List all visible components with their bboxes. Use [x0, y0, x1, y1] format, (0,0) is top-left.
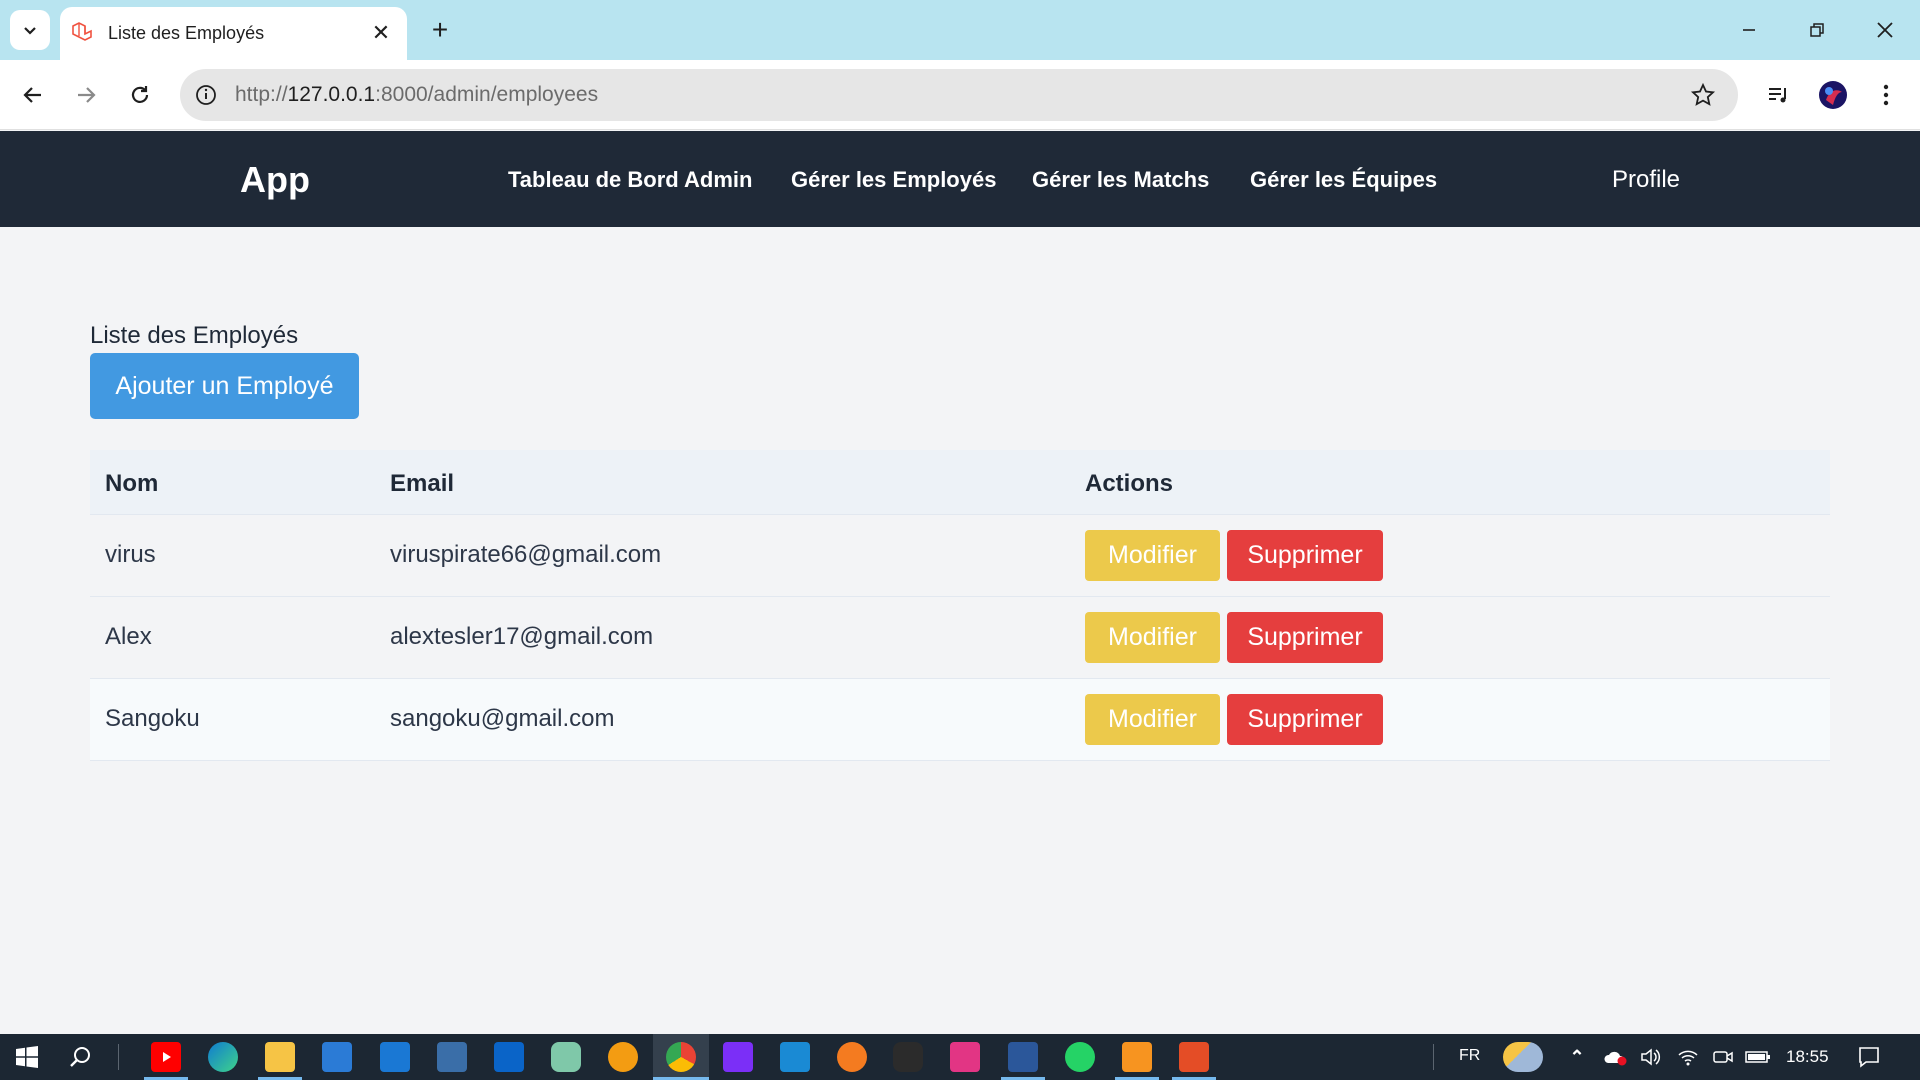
tab-search-button[interactable] [10, 10, 50, 50]
restore-button[interactable] [1800, 14, 1834, 46]
ubuntu-icon[interactable] [837, 1042, 867, 1072]
arrow-right-icon [78, 87, 96, 103]
pen-app-icon[interactable] [437, 1042, 467, 1072]
word-icon[interactable] [1008, 1042, 1038, 1072]
employee-name: virus [105, 541, 156, 568]
reload-button[interactable] [120, 75, 160, 115]
nav-link-matches[interactable]: Gérer les Matchs [1032, 167, 1209, 193]
page-title: Liste des Employés [90, 322, 299, 349]
minimize-button[interactable] [1732, 14, 1766, 46]
edit-button[interactable]: Modifier [1085, 694, 1220, 745]
avatar [1819, 81, 1847, 109]
back-button[interactable] [13, 75, 53, 115]
onedrive-icon[interactable] [1600, 1042, 1630, 1072]
windows-icon [16, 1046, 38, 1068]
whatsapp-icon[interactable] [1065, 1042, 1095, 1072]
employee-email: sangoku@gmail.com [390, 705, 615, 732]
tab-title: Liste des Employés [108, 23, 265, 43]
address-bar[interactable]: http://127.0.0.1:8000/admin/employees [180, 69, 1738, 121]
delete-button[interactable]: Supprimer [1227, 530, 1383, 581]
employees-table: Nom Email Actions virus viruspirate66@gm… [90, 450, 1830, 761]
reload-icon [131, 86, 149, 103]
vscode-icon[interactable] [780, 1042, 810, 1072]
arrow-left-icon [23, 87, 41, 103]
battery-icon[interactable] [1743, 1042, 1773, 1072]
edit-button[interactable]: Modifier [1085, 612, 1220, 663]
notification-center-icon[interactable] [1854, 1042, 1884, 1072]
phpstorm-icon[interactable] [950, 1042, 980, 1072]
bootstrap-studio-icon[interactable] [723, 1042, 753, 1072]
chevron-up-icon[interactable]: ⌃ [1562, 1042, 1592, 1072]
column-header-name: Nom [105, 470, 159, 497]
forward-button[interactable] [66, 75, 106, 115]
column-header-actions: Actions [1085, 470, 1174, 497]
windows-taskbar: FR ⌃ 18:55 [0, 1034, 1920, 1080]
clock-time[interactable]: 18:55 [1786, 1047, 1829, 1067]
chrome-icon[interactable] [666, 1042, 696, 1072]
taskbar-divider [118, 1044, 119, 1070]
column-header-email: Email [390, 470, 455, 497]
more-vertical-icon [1883, 84, 1889, 106]
brave-icon[interactable] [608, 1042, 638, 1072]
mail-icon[interactable] [380, 1042, 410, 1072]
star-icon[interactable] [1690, 82, 1716, 108]
volume-icon[interactable] [1636, 1042, 1666, 1072]
profile-avatar-button[interactable] [1813, 75, 1853, 115]
table-header: Nom Email Actions [90, 450, 1830, 515]
language-indicator[interactable]: FR [1459, 1047, 1480, 1065]
table-row: virus viruspirate66@gmail.com Modifier S… [90, 515, 1830, 597]
nav-link-employees[interactable]: Gérer les Employés [791, 167, 996, 193]
delete-button[interactable]: Supprimer [1227, 612, 1383, 663]
new-tab-button[interactable]: + [424, 14, 456, 46]
edge-icon[interactable] [208, 1042, 238, 1072]
openai-icon[interactable] [893, 1042, 923, 1072]
playlist-icon [1769, 88, 1786, 103]
nav-link-dashboard[interactable]: Tableau de Bord Admin [508, 167, 752, 193]
youtube-icon[interactable] [151, 1042, 181, 1072]
employee-name: Sangoku [105, 705, 200, 732]
table-row: Alex alextesler17@gmail.com Modifier Sup… [90, 597, 1830, 679]
file-explorer-icon[interactable] [265, 1042, 295, 1072]
laravel-icon [72, 22, 92, 41]
tab-close-icon[interactable]: ✕ [367, 19, 395, 47]
taskbar-divider [1433, 1044, 1434, 1070]
close-icon [1877, 22, 1893, 38]
browser-menu-button[interactable] [1866, 75, 1906, 115]
edit-button[interactable]: Modifier [1085, 530, 1220, 581]
play-icon [163, 1052, 171, 1062]
search-button[interactable] [66, 1042, 96, 1072]
employee-name: Alex [105, 623, 152, 650]
search-icon [70, 1047, 90, 1067]
chevron-down-icon [24, 27, 36, 35]
chatgpt-icon[interactable] [551, 1042, 581, 1072]
delete-button[interactable]: Supprimer [1227, 694, 1383, 745]
nav-link-profile[interactable]: Profile [1612, 166, 1680, 194]
active-tab[interactable]: Liste des Employés ✕ [60, 7, 407, 60]
git-icon[interactable] [1179, 1042, 1209, 1072]
brand-logo[interactable]: App [240, 159, 310, 201]
nav-link-teams[interactable]: Gérer les Équipes [1250, 167, 1437, 193]
close-window-button[interactable] [1868, 14, 1902, 46]
browser-tab-bar: Liste des Employés ✕ + [0, 0, 1920, 60]
app-icon[interactable] [494, 1042, 524, 1072]
app-navbar: App Tableau de Bord Admin Gérer les Empl… [0, 131, 1920, 227]
sublime-icon[interactable] [1122, 1042, 1152, 1072]
employee-email: alextesler17@gmail.com [390, 623, 654, 650]
media-control-button[interactable] [1758, 75, 1798, 115]
wifi-icon[interactable] [1673, 1042, 1703, 1072]
table-row: Sangoku sangoku@gmail.com Modifier Suppr… [90, 679, 1830, 761]
store-icon[interactable] [322, 1042, 352, 1072]
minimize-icon [1743, 29, 1755, 31]
start-button[interactable] [12, 1042, 42, 1072]
restore-icon [1810, 23, 1824, 37]
employee-email: viruspirate66@gmail.com [390, 541, 662, 568]
weather-icon[interactable] [1503, 1042, 1543, 1072]
camera-icon[interactable] [1708, 1042, 1738, 1072]
browser-toolbar: http://127.0.0.1:8000/admin/employees [0, 60, 1920, 130]
add-employee-button[interactable]: Ajouter un Employé [90, 353, 359, 419]
url-text: http://127.0.0.1:8000/admin/employees [235, 83, 599, 106]
site-info-icon[interactable] [193, 82, 219, 108]
